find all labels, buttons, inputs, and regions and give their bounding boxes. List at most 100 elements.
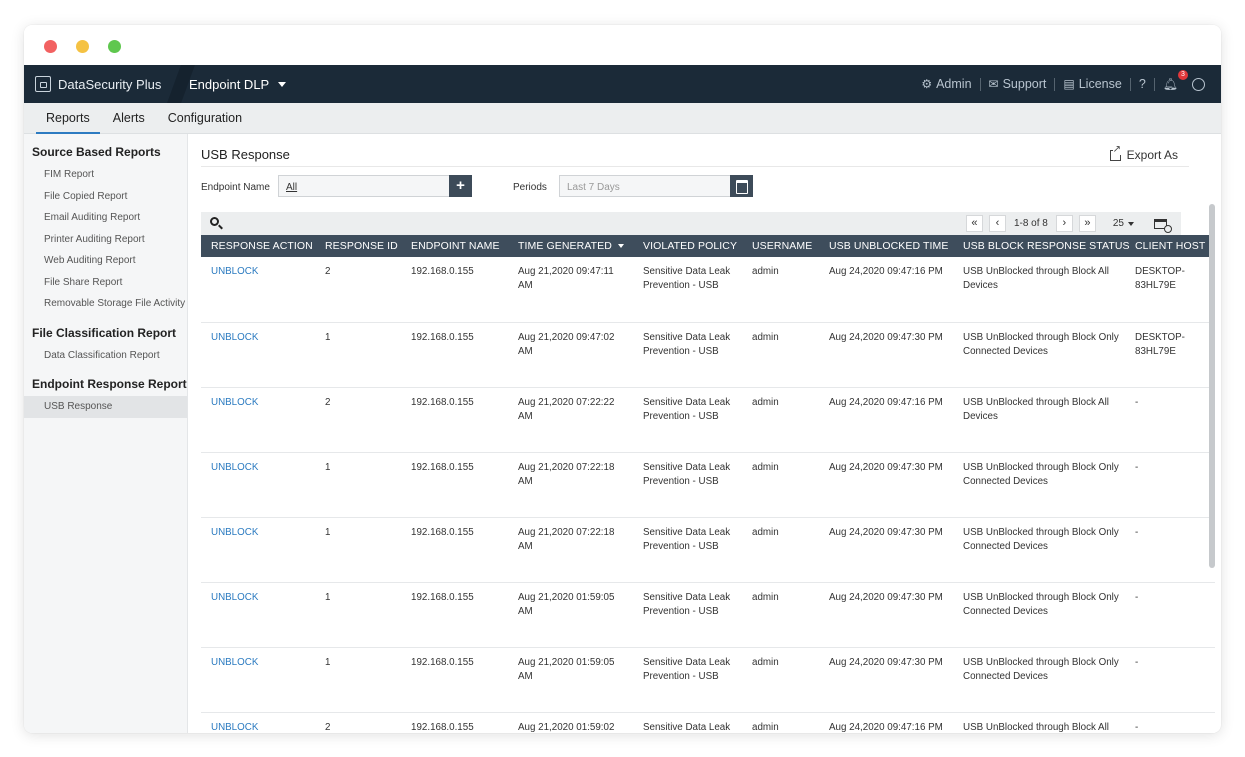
notifications-button[interactable]: 🔔︎ 3 [1162, 70, 1188, 91]
violated-policy-cell: Sensitive Data Leak Prevention - USB [633, 322, 742, 388]
column-header[interactable]: CLIENT HOST [1125, 235, 1215, 257]
username-cell: admin [742, 322, 819, 388]
username-cell: admin [742, 257, 819, 323]
column-header[interactable]: USB UNBLOCKED TIME [819, 235, 953, 257]
unblock-link[interactable]: UNBLOCK [201, 647, 315, 713]
client-host-cell: DESKTOP-83HL79E [1125, 257, 1215, 323]
block-status-cell: USB UnBlocked through Block Only Connect… [953, 647, 1125, 713]
admin-link[interactable]: ⚙ Admin [921, 77, 971, 91]
time-generated-cell: Aug 21,2020 09:47:11 AM [508, 257, 633, 323]
endpoint-name-cell: 192.168.0.155 [401, 582, 508, 648]
unblock-link[interactable]: UNBLOCK [201, 517, 315, 583]
license-link[interactable]: ▤ License [1063, 77, 1121, 91]
unblock-link[interactable]: UNBLOCK [201, 452, 315, 518]
time-generated-cell: Aug 21,2020 01:59:05 AM [508, 647, 633, 713]
column-header[interactable]: RESPONSE ACTION [201, 235, 315, 257]
sidebar-item-usb-response[interactable]: USB Response [24, 396, 187, 418]
username-cell: admin [742, 582, 819, 648]
unblock-link[interactable]: UNBLOCK [201, 582, 315, 648]
notification-badge: 3 [1178, 70, 1188, 80]
usb-unblocked-time-cell: Aug 24,2020 09:47:30 PM [819, 647, 953, 713]
next-page-button[interactable]: › [1055, 215, 1073, 232]
bell-icon: 🔔︎ [1162, 77, 1178, 91]
unblock-link[interactable]: UNBLOCK [201, 257, 315, 323]
usb-unblocked-time-cell: Aug 24,2020 09:47:30 PM [819, 582, 953, 648]
endpoint-name-field[interactable]: All [278, 175, 450, 197]
sidebar-item-email-auditing-report[interactable]: Email Auditing Report [24, 207, 187, 229]
sidebar-item-web-auditing-report[interactable]: Web Auditing Report [24, 250, 187, 272]
calendar-icon[interactable] [730, 175, 753, 197]
vertical-scrollbar[interactable] [1209, 204, 1215, 568]
last-page-button[interactable]: » [1078, 215, 1096, 232]
sidebar-item-removable-storage[interactable]: Removable Storage File Activity [24, 293, 187, 315]
table-toolbar: « ‹ 1-8 of 8 › » 25 [201, 212, 1181, 235]
product-selector[interactable]: Endpoint DLP [189, 65, 287, 103]
sidebar-section-title: Source Based Reports [32, 145, 161, 159]
endpoint-name-cell: 192.168.0.155 [401, 387, 508, 453]
unblock-link[interactable]: UNBLOCK [201, 322, 315, 388]
table-body: UNBLOCK 2 192.168.0.155 Aug 21,2020 09:47:1… [201, 257, 1215, 733]
divider [1153, 77, 1155, 91]
top-navigation-bar: DataSecurity Plus Endpoint DLP ⚙ Admin ✉… [24, 65, 1221, 103]
close-window-button[interactable] [44, 40, 57, 53]
unblock-link[interactable]: UNBLOCK [201, 712, 315, 733]
periods-field[interactable]: Last 7 Days [559, 175, 731, 197]
page-range: 1-8 of 8 [1013, 218, 1048, 229]
block-status-cell: USB UnBlocked through Block All Devices [953, 387, 1125, 453]
brand-name: DataSecurity Plus [58, 76, 162, 92]
sort-desc-icon [617, 244, 624, 249]
table-row: UNBLOCK 1 192.168.0.155 Aug 21,2020 01:59:0… [201, 647, 1215, 713]
response-id-cell: 1 [315, 582, 401, 648]
tab-configuration[interactable]: Configuration [158, 103, 252, 133]
column-settings-icon[interactable] [1154, 218, 1172, 233]
column-header[interactable]: RESPONSE ID [315, 235, 401, 257]
page-size-select[interactable]: 25 [1113, 218, 1134, 229]
endpoint-name-cell: 192.168.0.155 [401, 452, 508, 518]
sidebar-section-title: Endpoint Response Report [32, 377, 187, 391]
sidebar-item-data-classification[interactable]: Data Classification Report [24, 345, 187, 367]
help-button[interactable]: ? [1139, 77, 1146, 91]
response-id-cell: 1 [315, 647, 401, 713]
username-cell: admin [742, 712, 819, 733]
time-generated-cell: Aug 21,2020 07:22:18 AM [508, 517, 633, 583]
export-button[interactable]: Export As [1109, 144, 1178, 162]
sidebar-item-printer-auditing-report[interactable]: Printer Auditing Report [24, 229, 187, 251]
client-host-cell: - [1125, 452, 1215, 518]
usb-unblocked-time-cell: Aug 24,2020 09:47:16 PM [819, 257, 953, 323]
prev-page-button[interactable]: ‹ [988, 215, 1006, 232]
table-row: UNBLOCK 1 192.168.0.155 Aug 21,2020 07:22:1… [201, 452, 1215, 518]
unblock-link[interactable]: UNBLOCK [201, 387, 315, 453]
sidebar-item-fim-report[interactable]: FIM Report [24, 164, 187, 186]
search-icon[interactable] [210, 217, 219, 226]
client-host-cell: - [1125, 582, 1215, 648]
license-label: License [1078, 77, 1122, 91]
maximize-window-button[interactable] [108, 40, 121, 53]
block-status-cell: USB UnBlocked through Block Only Connect… [953, 517, 1125, 583]
support-link[interactable]: ✉ Support [989, 77, 1047, 91]
minimize-window-button[interactable] [76, 40, 89, 53]
divider [1129, 77, 1131, 91]
response-id-cell: 1 [315, 517, 401, 583]
brand-logo[interactable]: DataSecurity Plus [35, 65, 161, 103]
divider [201, 166, 1189, 167]
column-header[interactable]: USB BLOCK RESPONSE STATUS [953, 235, 1130, 257]
violated-policy-cell: Sensitive Data Leak Prevention - USB [633, 452, 742, 518]
sidebar-item-file-copied-report[interactable]: File Copied Report [24, 186, 187, 208]
time-generated-cell: Aug 21,2020 01:59:02 AM [508, 712, 633, 733]
column-header[interactable]: USERNAME [742, 235, 819, 257]
tab-reports[interactable]: Reports [36, 103, 100, 134]
usb-unblocked-time-cell: Aug 24,2020 09:47:30 PM [819, 452, 953, 518]
endpoint-name-cell: 192.168.0.155 [401, 647, 508, 713]
chevron-down-icon [1128, 221, 1134, 226]
user-profile-icon[interactable] [1192, 77, 1205, 91]
column-header-sorted[interactable]: TIME GENERATED [508, 235, 633, 257]
column-header[interactable]: VIOLATED POLICY [633, 235, 742, 257]
admin-label: Admin [936, 77, 972, 91]
add-endpoint-button[interactable]: + [449, 175, 472, 197]
sidebar-item-file-share-report[interactable]: File Share Report [24, 272, 187, 294]
column-header[interactable]: ENDPOINT NAME [401, 235, 508, 257]
tab-alerts[interactable]: Alerts [103, 103, 155, 133]
client-host-cell: - [1125, 647, 1215, 713]
first-page-button[interactable]: « [965, 215, 983, 232]
help-icon: ? [1138, 77, 1146, 91]
